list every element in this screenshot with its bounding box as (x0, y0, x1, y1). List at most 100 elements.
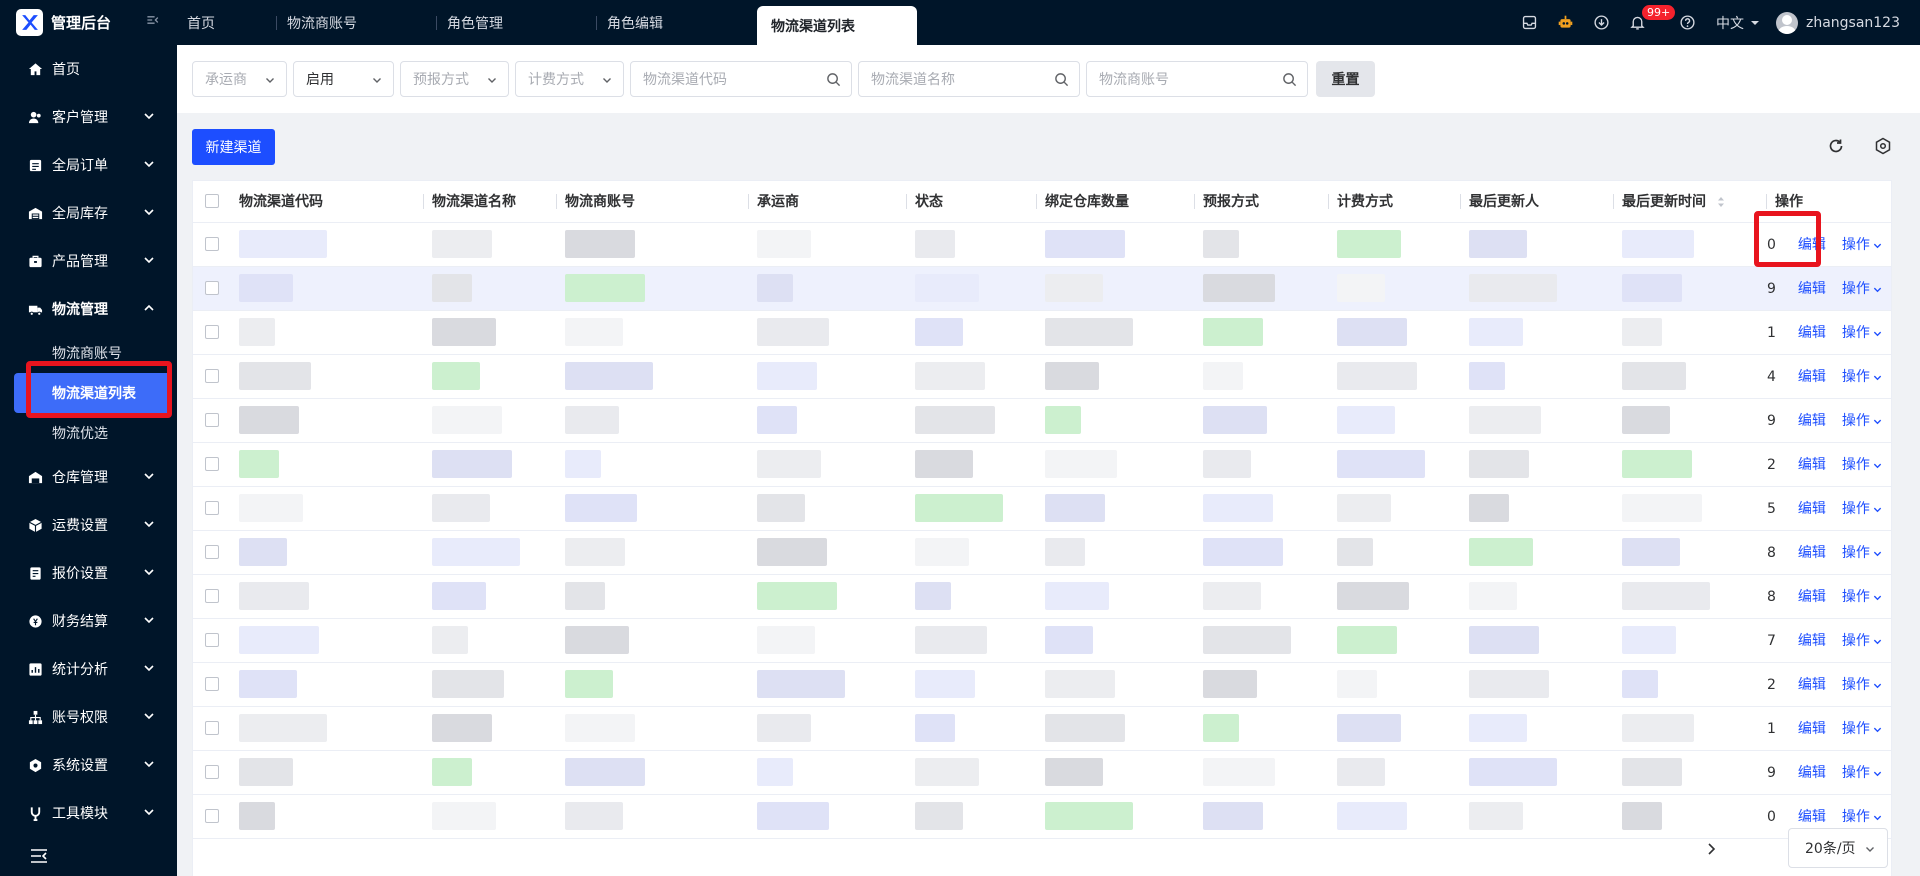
sidebar-item-orders[interactable]: 全局订单 (0, 141, 177, 189)
obscured-content (1622, 714, 1694, 742)
new-channel-button[interactable]: 新建渠道 (192, 129, 275, 165)
reset-button[interactable]: 重置 (1316, 61, 1375, 97)
row-checkbox[interactable] (205, 281, 219, 295)
channel-name-input[interactable]: 物流渠道名称 (858, 61, 1080, 97)
obscured-cell (1329, 794, 1461, 839)
more-actions-dropdown[interactable]: 操作 (1842, 369, 1882, 385)
status-select[interactable]: 启用 (293, 61, 394, 97)
more-actions-dropdown[interactable]: 操作 (1842, 721, 1882, 737)
sidebar-item-quotes[interactable]: 报价设置 (0, 549, 177, 597)
sort-icon[interactable] (1717, 196, 1725, 208)
channel-code-input[interactable]: 物流渠道代码 (630, 61, 852, 97)
sidebar-item-system-settings[interactable]: 系统设置 (0, 741, 177, 789)
edit-link[interactable]: 编辑 (1798, 457, 1826, 473)
username[interactable]: zhangsan123 (1806, 15, 1900, 31)
edit-link[interactable]: 编辑 (1798, 325, 1826, 341)
sidebar-item-warehouse[interactable]: 仓库管理 (0, 453, 177, 501)
row-checkbox[interactable] (205, 237, 219, 251)
edit-link[interactable]: 编辑 (1798, 633, 1826, 649)
row-checkbox[interactable] (205, 457, 219, 471)
edit-link[interactable]: 编辑 (1798, 501, 1826, 517)
sidebar-subitem-logistics-preferred[interactable]: 物流优选 (0, 413, 177, 453)
obscured-cell (1329, 530, 1461, 575)
tab-role-edit[interactable]: 角色编辑 (597, 0, 757, 45)
more-actions-dropdown[interactable]: 操作 (1842, 633, 1882, 649)
carrier-select[interactable]: 承运商 (192, 61, 287, 97)
edit-link[interactable]: 编辑 (1798, 721, 1826, 737)
collapse-icon[interactable] (143, 12, 163, 33)
more-actions-dropdown[interactable]: 操作 (1842, 281, 1882, 297)
more-actions-dropdown[interactable]: 操作 (1842, 413, 1882, 429)
sidebar-item-inventory[interactable]: 全局库存 (0, 189, 177, 237)
sidebar-item-freight[interactable]: 运费设置 (0, 501, 177, 549)
sidebar-item-home[interactable]: 首页 (0, 45, 177, 93)
more-actions-dropdown[interactable]: 操作 (1842, 545, 1882, 561)
more-actions-dropdown[interactable]: 操作 (1842, 765, 1882, 781)
more-actions-dropdown[interactable]: 操作 (1842, 501, 1882, 517)
billing-method-select[interactable]: 计费方式 (515, 61, 624, 97)
help-icon[interactable] (1670, 0, 1706, 45)
edit-link[interactable]: 编辑 (1798, 281, 1826, 297)
bell-icon[interactable]: 99+ (1620, 0, 1676, 45)
row-checkbox[interactable] (205, 413, 219, 427)
edit-link[interactable]: 编辑 (1798, 237, 1826, 253)
avatar[interactable] (1775, 11, 1798, 34)
obscured-content (1045, 802, 1133, 830)
edit-link[interactable]: 编辑 (1798, 413, 1826, 429)
sidebar-item-permissions[interactable]: 账号权限 (0, 693, 177, 741)
row-checkbox[interactable] (205, 545, 219, 559)
tab-logistics-channel-list[interactable]: 物流渠道列表 (757, 6, 917, 45)
sidebar-item-statistics[interactable]: 统计分析 (0, 645, 177, 693)
row-checkbox[interactable] (205, 809, 219, 823)
sidebar-item-tools[interactable]: 工具模块 (0, 789, 177, 837)
edit-link[interactable]: 编辑 (1798, 677, 1826, 693)
robot-icon[interactable] (1548, 0, 1584, 45)
inbox-icon[interactable] (1512, 0, 1548, 45)
edit-link[interactable]: 编辑 (1798, 589, 1826, 605)
sidebar-item-products[interactable]: 产品管理 (0, 237, 177, 285)
edit-link[interactable]: 编辑 (1798, 369, 1826, 385)
menu-fold-icon[interactable] (30, 848, 48, 864)
row-checkbox[interactable] (205, 325, 219, 339)
row-checkbox[interactable] (205, 765, 219, 779)
select-all-checkbox[interactable] (205, 194, 219, 209)
refresh-icon[interactable] (1827, 137, 1845, 155)
chevron-down-icon (144, 761, 154, 768)
sidebar-item-logistics[interactable]: 物流管理 (0, 285, 177, 333)
row-checkbox[interactable] (205, 633, 219, 647)
more-actions-dropdown[interactable]: 操作 (1842, 809, 1882, 825)
tab-logistics-account[interactable]: 物流商账号 (277, 0, 437, 45)
sidebar-subitem-logistics-channel-list[interactable]: 物流渠道列表 (14, 373, 171, 413)
row-actions: 9 编辑 操作 (1767, 750, 1891, 795)
logistics-account-input[interactable]: 物流商账号 (1086, 61, 1308, 97)
obscured-cell (1195, 662, 1329, 707)
edit-link[interactable]: 编辑 (1798, 545, 1826, 561)
column-settings-icon[interactable] (1874, 137, 1892, 155)
row-checkbox[interactable] (205, 721, 219, 735)
row-checkbox[interactable] (205, 501, 219, 515)
obscured-content (1203, 670, 1257, 698)
download-icon[interactable] (1584, 0, 1620, 45)
edit-link[interactable]: 编辑 (1798, 765, 1826, 781)
row-actions: 7 编辑 操作 (1767, 618, 1891, 663)
more-actions-dropdown[interactable]: 操作 (1842, 677, 1882, 693)
page-size-select[interactable]: 20条/页 (1788, 828, 1888, 868)
row-checkbox[interactable] (205, 677, 219, 691)
sidebar-item-customers[interactable]: 客户管理 (0, 93, 177, 141)
sidebar-item-finance[interactable]: 财务结算 (0, 597, 177, 645)
tab-role-management[interactable]: 角色管理 (437, 0, 597, 45)
row-checkbox[interactable] (205, 369, 219, 383)
col-last-updated-time[interactable]: 最后更新时间 (1614, 181, 1767, 223)
chevron-right-icon[interactable] (1703, 841, 1719, 857)
row-checkbox[interactable] (205, 589, 219, 603)
more-actions-dropdown[interactable]: 操作 (1842, 237, 1882, 253)
more-actions-dropdown[interactable]: 操作 (1842, 589, 1882, 605)
language-select[interactable]: 中文 (1716, 13, 1760, 33)
more-actions-dropdown[interactable]: 操作 (1842, 457, 1882, 473)
sidebar-subitem-logistics-account[interactable]: 物流商账号 (0, 333, 177, 373)
edit-link[interactable]: 编辑 (1798, 809, 1826, 825)
obscured-content (239, 274, 293, 302)
tab-home[interactable]: 首页 (177, 0, 277, 45)
forecast-method-select[interactable]: 预报方式 (400, 61, 509, 97)
more-actions-dropdown[interactable]: 操作 (1842, 325, 1882, 341)
